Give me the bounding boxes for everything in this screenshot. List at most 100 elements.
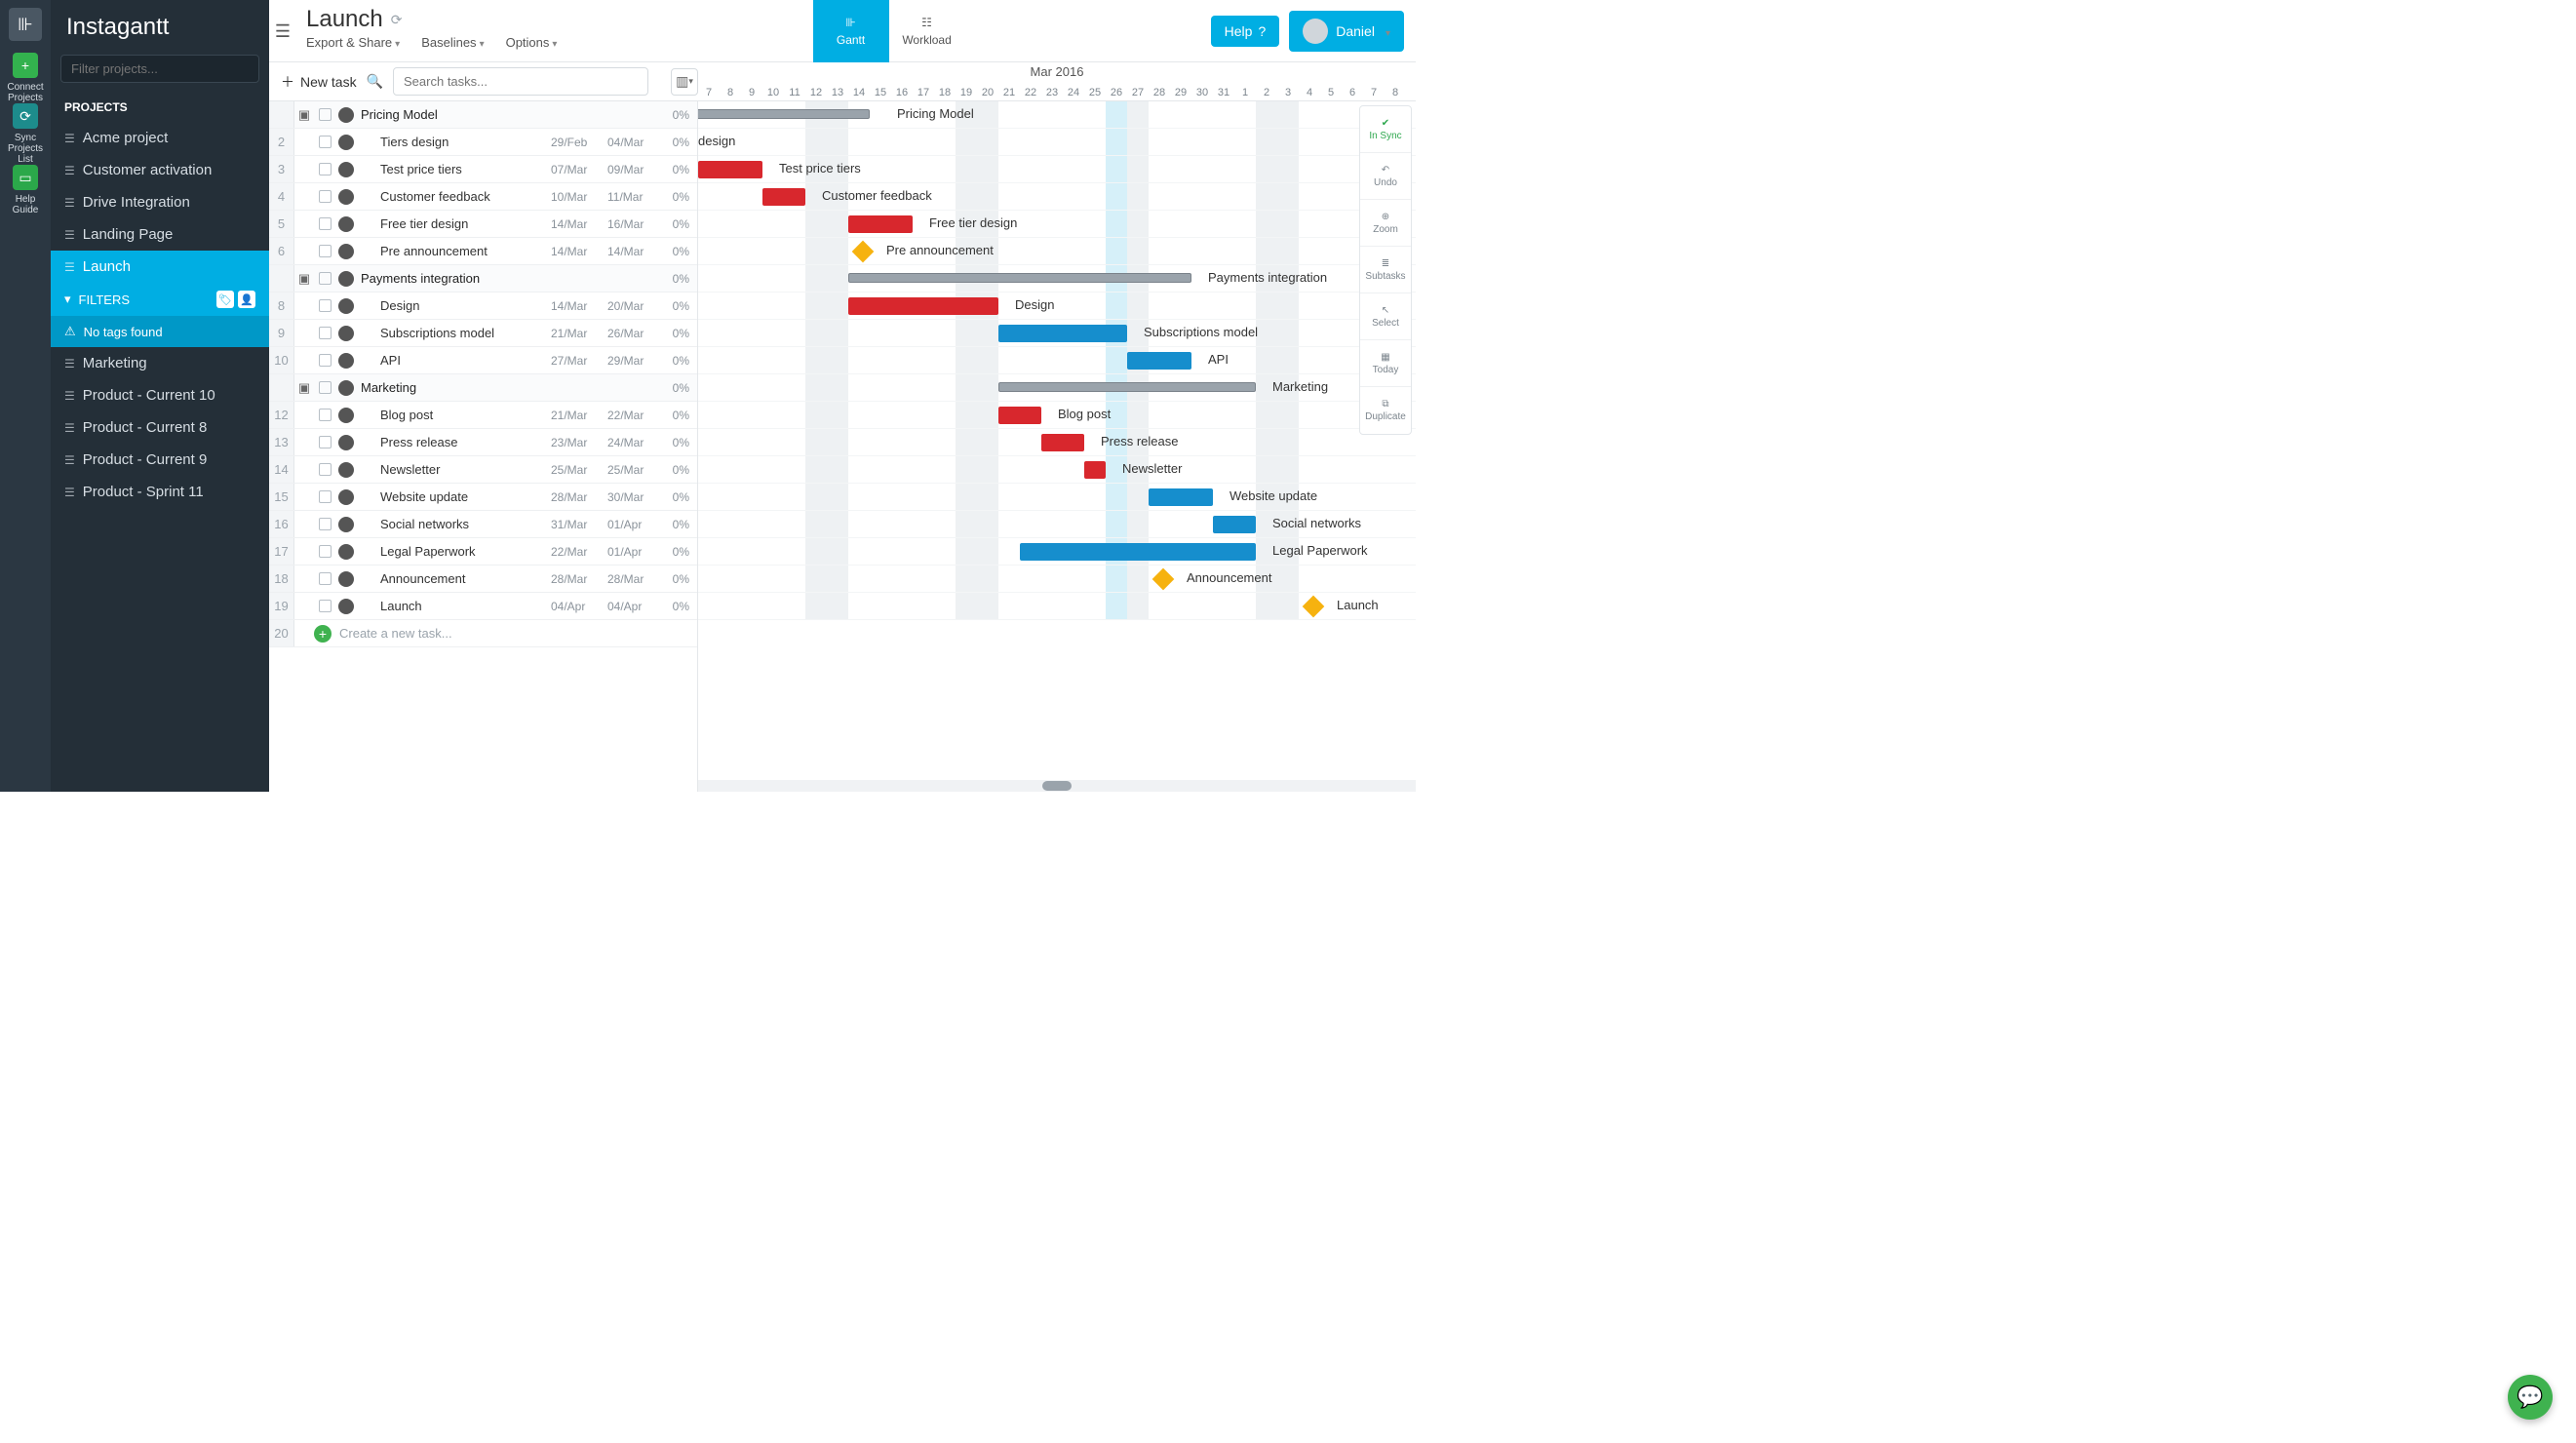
tool-subtasks-button[interactable]: ≣Subtasks xyxy=(1360,247,1411,293)
sidebar-project-item[interactable]: Launch xyxy=(51,251,269,283)
gantt-bar[interactable] xyxy=(762,188,805,206)
view-tab-workload[interactable]: ☷Workload xyxy=(889,0,965,62)
menu-baselines[interactable]: Baselines xyxy=(421,35,484,50)
checkbox[interactable] xyxy=(314,409,335,421)
user-menu-button[interactable]: Daniel xyxy=(1289,11,1404,52)
menu-options[interactable]: Options xyxy=(506,35,558,50)
gantt-bar[interactable] xyxy=(1127,352,1191,370)
assignee-icon[interactable] xyxy=(335,544,357,560)
checkbox[interactable] xyxy=(314,245,335,257)
task-row[interactable]: 10 API 27/Mar 29/Mar 0% xyxy=(269,347,697,374)
gantt-bar[interactable] xyxy=(998,407,1041,424)
assignee-icon[interactable] xyxy=(335,271,357,287)
tool-zoom-button[interactable]: ⊕Zoom xyxy=(1360,200,1411,247)
checkbox[interactable] xyxy=(314,600,335,612)
chat-fab-button[interactable]: 💬 xyxy=(2508,1375,2553,1420)
tool-duplicate-button[interactable]: ⧉Duplicate xyxy=(1360,387,1411,434)
assignee-icon[interactable] xyxy=(335,189,357,205)
assignee-icon[interactable] xyxy=(335,599,357,614)
gantt-bar[interactable] xyxy=(1213,516,1256,533)
assignee-icon[interactable] xyxy=(335,489,357,505)
milestone-diamond[interactable] xyxy=(1151,568,1174,591)
gantt-bar[interactable] xyxy=(998,325,1127,342)
gantt-bar[interactable] xyxy=(698,161,762,178)
help-button[interactable]: Help? xyxy=(1211,16,1280,47)
sidebar-project-item[interactable]: Product - Current 8 xyxy=(51,411,269,444)
gantt-bar[interactable] xyxy=(698,109,870,119)
new-task-button[interactable]: ＋New task xyxy=(281,72,357,92)
checkbox[interactable] xyxy=(314,354,335,367)
task-row[interactable]: 4 Customer feedback 10/Mar 11/Mar 0% xyxy=(269,183,697,211)
sidebar-project-item[interactable]: Product - Sprint 11 xyxy=(51,476,269,508)
sidebar-project-item[interactable]: Product - Current 10 xyxy=(51,379,269,411)
gantt-bar[interactable] xyxy=(1149,488,1213,506)
expand-icon[interactable]: ▣ xyxy=(294,271,314,287)
rail-connect-button[interactable]: +Connect Projects xyxy=(0,53,51,103)
checkbox[interactable] xyxy=(314,572,335,585)
assignee-icon[interactable] xyxy=(335,216,357,232)
assignee-icon[interactable] xyxy=(335,571,357,587)
gantt-bar[interactable] xyxy=(1041,434,1084,451)
sidebar-project-item[interactable]: Acme project xyxy=(51,122,269,154)
task-row[interactable]: ▣ Pricing Model 0% xyxy=(269,101,697,129)
checkbox[interactable] xyxy=(314,299,335,312)
tool-select-button[interactable]: ↖Select xyxy=(1360,293,1411,340)
assignee-icon[interactable] xyxy=(335,517,357,532)
columns-button[interactable]: ▥▾ xyxy=(671,68,698,96)
gantt-bar[interactable] xyxy=(848,215,913,233)
checkbox[interactable] xyxy=(314,518,335,530)
tag-icon[interactable]: 🏷 xyxy=(216,291,234,308)
task-row[interactable]: 6 Pre announcement 14/Mar 14/Mar 0% xyxy=(269,238,697,265)
view-tab-gantt[interactable]: ⊪Gantt xyxy=(813,0,889,62)
task-row[interactable]: 12 Blog post 21/Mar 22/Mar 0% xyxy=(269,402,697,429)
sidebar-project-item[interactable]: Customer activation xyxy=(51,154,269,186)
assignee-icon[interactable] xyxy=(335,162,357,177)
gantt-bar[interactable] xyxy=(848,273,1191,283)
checkbox[interactable] xyxy=(314,108,335,121)
rail-sync-button[interactable]: ⟳Sync Projects List xyxy=(0,103,51,165)
rail-help-button[interactable]: ▭Help Guide xyxy=(0,165,51,215)
sidebar-project-item[interactable]: Product - Current 9 xyxy=(51,444,269,476)
expand-icon[interactable]: ▣ xyxy=(294,380,314,396)
checkbox[interactable] xyxy=(314,217,335,230)
filter-projects-input[interactable] xyxy=(60,55,259,83)
search-icon[interactable]: 🔍 xyxy=(367,73,383,90)
task-row[interactable]: 5 Free tier design 14/Mar 16/Mar 0% xyxy=(269,211,697,238)
task-row[interactable]: ▣ Payments integration 0% xyxy=(269,265,697,292)
add-icon[interactable]: + xyxy=(314,625,332,643)
milestone-diamond[interactable] xyxy=(1302,596,1324,618)
checkbox[interactable] xyxy=(314,381,335,394)
assignee-icon[interactable] xyxy=(335,408,357,423)
task-row[interactable]: 8 Design 14/Mar 20/Mar 0% xyxy=(269,292,697,320)
assignee-icon[interactable] xyxy=(335,435,357,450)
sidebar-project-item[interactable]: Drive Integration xyxy=(51,186,269,218)
tool-today-button[interactable]: ▦Today xyxy=(1360,340,1411,387)
assignee-icon[interactable] xyxy=(335,135,357,150)
task-row[interactable]: 3 Test price tiers 07/Mar 09/Mar 0% xyxy=(269,156,697,183)
task-row[interactable]: 17 Legal Paperwork 22/Mar 01/Apr 0% xyxy=(269,538,697,566)
tool-undo-button[interactable]: ↶Undo xyxy=(1360,153,1411,200)
task-row[interactable]: 16 Social networks 31/Mar 01/Apr 0% xyxy=(269,511,697,538)
assignee-icon[interactable] xyxy=(335,244,357,259)
assignee-icon[interactable] xyxy=(335,326,357,341)
task-row[interactable]: 2 Tiers design 29/Feb 04/Mar 0% xyxy=(269,129,697,156)
checkbox[interactable] xyxy=(314,272,335,285)
checkbox[interactable] xyxy=(314,190,335,203)
horizontal-scrollbar[interactable] xyxy=(698,780,1416,792)
gantt-bar[interactable] xyxy=(998,382,1256,392)
checkbox[interactable] xyxy=(314,490,335,503)
checkbox[interactable] xyxy=(314,327,335,339)
checkbox[interactable] xyxy=(314,163,335,176)
assignee-icon[interactable] xyxy=(335,380,357,396)
task-row[interactable]: 19 Launch 04/Apr 04/Apr 0% xyxy=(269,593,697,620)
menu-toggle-icon[interactable]: ☰ xyxy=(269,0,296,62)
assignee-icon[interactable] xyxy=(335,298,357,314)
filters-row[interactable]: ▾FILTERS🏷👤 xyxy=(51,283,269,316)
menu-export-share[interactable]: Export & Share xyxy=(306,35,400,50)
sidebar-project-item[interactable]: Landing Page xyxy=(51,218,269,251)
task-row[interactable]: 18 Announcement 28/Mar 28/Mar 0% xyxy=(269,566,697,593)
search-tasks-input[interactable] xyxy=(393,67,648,96)
create-task-placeholder[interactable]: Create a new task... xyxy=(339,626,452,641)
assignee-icon[interactable] xyxy=(335,462,357,478)
gantt-bar[interactable] xyxy=(848,297,998,315)
